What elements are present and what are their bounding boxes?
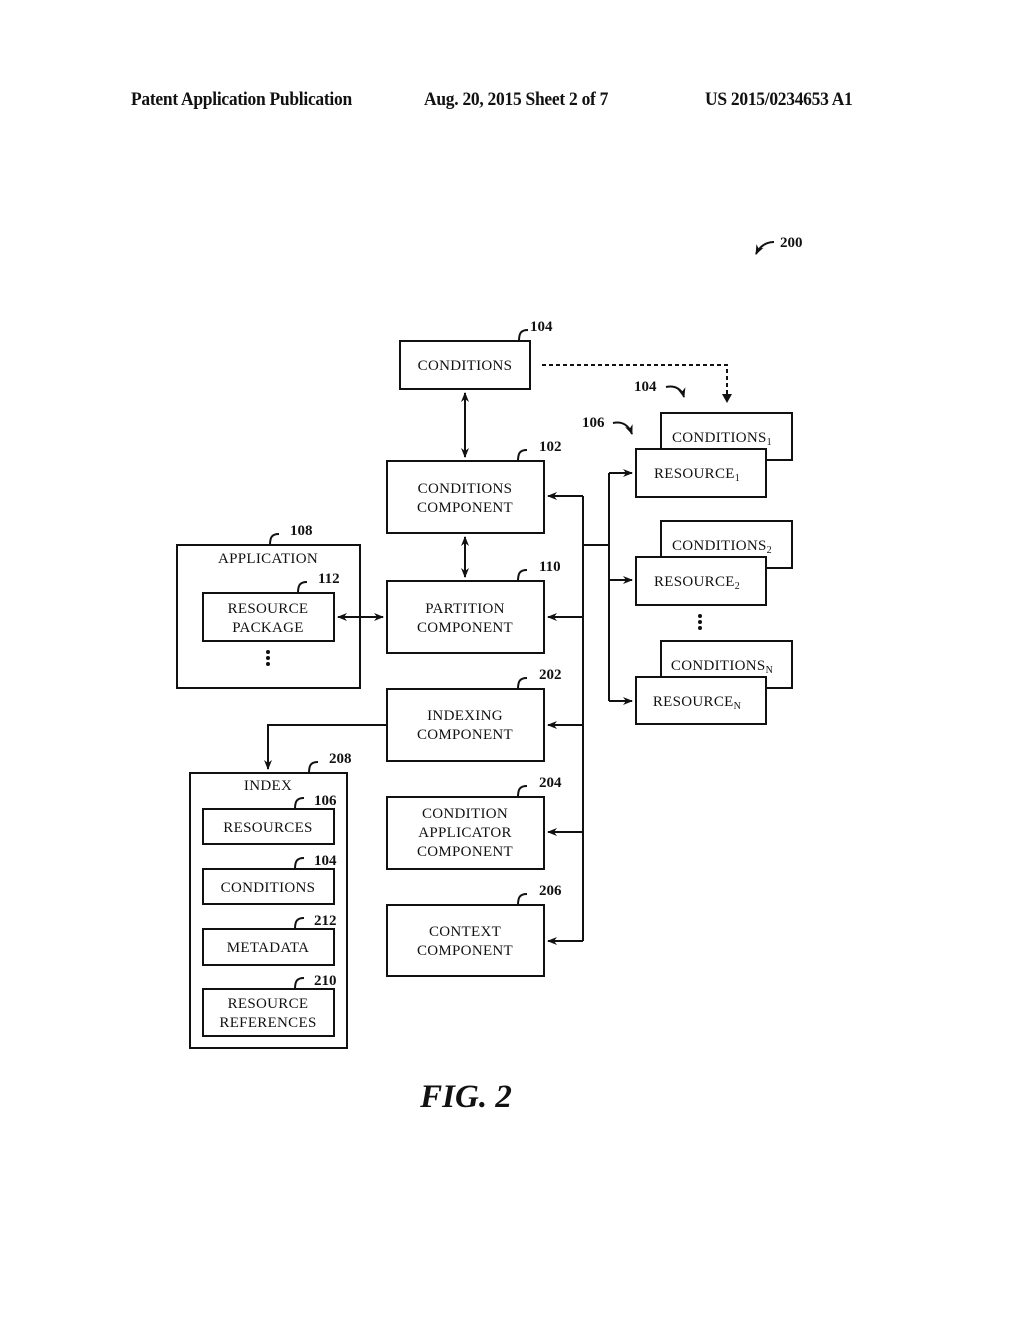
index-ref: 208 <box>329 751 352 767</box>
conditions-label: CONDITIONS <box>418 358 513 374</box>
condition-applicator-line-3: COMPONENT <box>417 844 513 860</box>
index-resource-references-ref: 210 <box>314 973 337 989</box>
stack-conditions-label: CONDITIONS1 <box>672 430 772 448</box>
stack-resources-ref: 106 <box>582 415 605 431</box>
stack-conditions-ref-arrow-icon <box>665 385 686 398</box>
conditions-ref: 104 <box>530 319 553 335</box>
figure-caption: FIG. 2 <box>419 1079 512 1115</box>
index-label: INDEX <box>244 778 292 794</box>
index-conditions-label: CONDITIONS <box>221 880 316 896</box>
index-resource-references-line-2: REFERENCES <box>219 1015 316 1031</box>
resource-package-line-1: RESOURCE <box>228 601 309 617</box>
conditions-block: CONDITIONS 104 <box>399 319 553 390</box>
indexing-component-block: INDEXING COMPONENT 202 <box>386 667 562 762</box>
context-component-line-2: COMPONENT <box>417 943 513 959</box>
indexing-to-index-arrow <box>264 724 387 770</box>
application-ellipsis-icon <box>266 650 270 666</box>
resource-stack-item: CONDITIONS1 RESOURCE1 <box>635 412 793 498</box>
indexing-component-ref: 202 <box>539 667 562 683</box>
stack-conditions-ref: 104 <box>634 379 657 395</box>
stack-conditions-label: CONDITIONSN <box>671 658 773 676</box>
condition-applicator-ref: 204 <box>539 775 562 791</box>
application-block: APPLICATION 108 RESOURCE PACKAGE 112 <box>176 523 361 689</box>
index-resource-references-line-1: RESOURCE <box>228 996 309 1012</box>
figure-diagram: 200 CONDITIONS 104 CONDITIONS COMPONENT … <box>176 235 803 1115</box>
stack-resource-label: RESOURCEN <box>653 694 741 712</box>
resource-package-line-2: PACKAGE <box>232 620 304 636</box>
stack-resources-ref-arrow-icon <box>612 421 633 435</box>
resource-stack-item: CONDITIONS2 RESOURCE2 <box>635 520 793 606</box>
conditions-component-block: CONDITIONS COMPONENT 102 <box>386 439 562 534</box>
application-ref: 108 <box>290 523 313 539</box>
resource-package-ref: 112 <box>318 571 340 587</box>
component-bus <box>547 469 633 945</box>
conditions-component-line-1: CONDITIONS <box>418 481 513 497</box>
indexing-component-line-1: INDEXING <box>427 708 503 724</box>
index-resources-ref: 106 <box>314 793 337 809</box>
context-component-ref: 206 <box>539 883 562 899</box>
index-resources-label: RESOURCES <box>223 820 312 836</box>
context-component-line-1: CONTEXT <box>429 924 501 940</box>
indexing-component-line-2: COMPONENT <box>417 727 513 743</box>
resource-stack-ellipsis-icon <box>698 614 702 630</box>
partition-component-block: PARTITION COMPONENT 110 <box>386 559 561 654</box>
resource-stack-item: CONDITIONSN RESOURCEN <box>635 640 793 725</box>
partition-component-line-2: COMPONENT <box>417 620 513 636</box>
condition-applicator-component-block: CONDITION APPLICATOR COMPONENT 204 <box>386 775 562 870</box>
ref-arrow-icon <box>755 241 775 255</box>
index-block: INDEX 208 RESOURCES 106 CONDITIONS 104 M… <box>189 751 352 1049</box>
conditions-component-line-2: COMPONENT <box>417 500 513 516</box>
index-metadata-label: METADATA <box>227 940 310 956</box>
condition-applicator-line-1: CONDITION <box>422 806 508 822</box>
figure-ref-200: 200 <box>755 235 803 255</box>
application-label: APPLICATION <box>218 551 318 567</box>
stack-resource-label: RESOURCE1 <box>654 466 740 484</box>
partition-component-line-1: PARTITION <box>425 601 505 617</box>
stack-conditions-label: CONDITIONS2 <box>672 538 772 556</box>
context-component-block: CONTEXT COMPONENT 206 <box>386 883 562 977</box>
partition-component-ref: 110 <box>539 559 561 575</box>
index-conditions-ref: 104 <box>314 853 337 869</box>
conditions-component-ref: 102 <box>539 439 562 455</box>
figure-ref-label: 200 <box>780 235 803 251</box>
condition-applicator-line-2: APPLICATOR <box>418 825 512 841</box>
dotted-arrowhead-icon <box>722 394 732 403</box>
index-metadata-ref: 212 <box>314 913 337 929</box>
stack-resource-label: RESOURCE2 <box>654 574 740 592</box>
